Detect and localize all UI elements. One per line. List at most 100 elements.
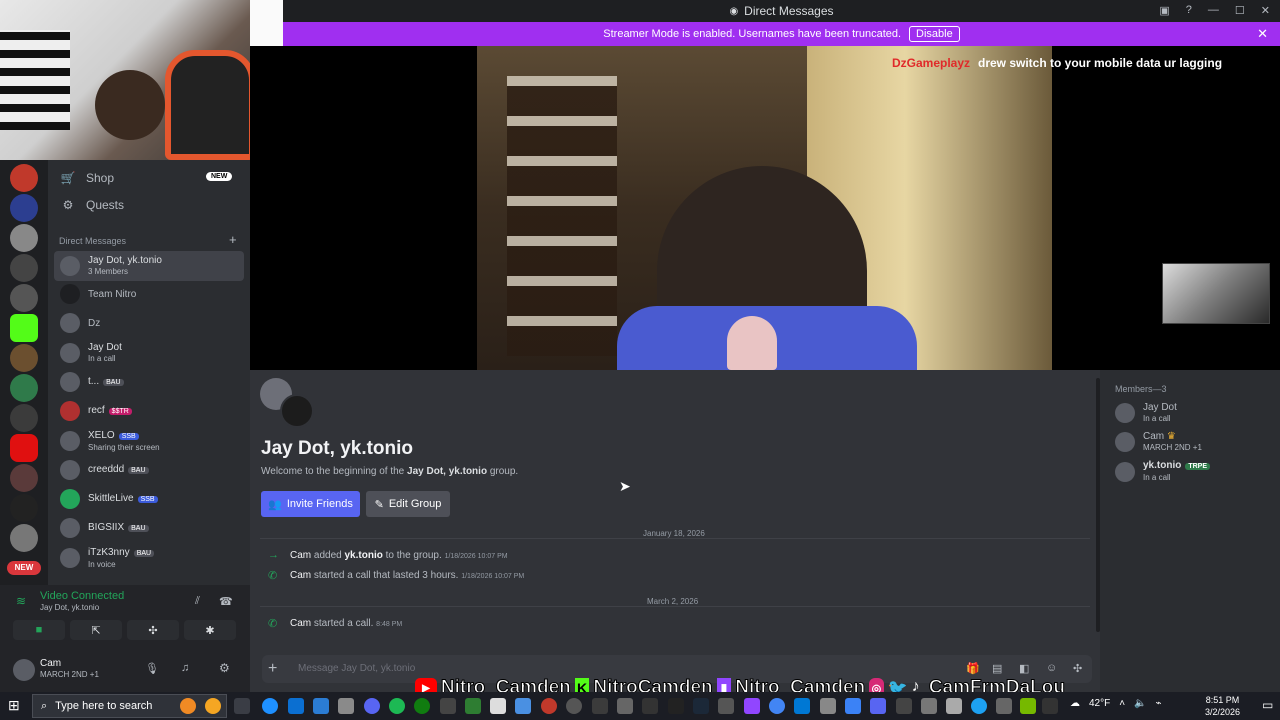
spotify-icon[interactable]: [389, 698, 405, 714]
gift-icon[interactable]: 🎁: [966, 662, 980, 675]
video-feed[interactable]: [477, 46, 1052, 370]
sticker-icon[interactable]: ◧: [1019, 662, 1029, 675]
maximize-button[interactable]: ☐: [1235, 4, 1245, 17]
chrome-icon[interactable]: [769, 698, 785, 714]
taskbar-clock[interactable]: 8:51 PM 3/2/2026: [1205, 694, 1240, 718]
server-icon[interactable]: [10, 314, 38, 342]
temperature[interactable]: 42°F: [1089, 698, 1110, 709]
discord-taskbar-icon[interactable]: [364, 698, 380, 714]
gear-icon[interactable]: ⚙: [219, 661, 230, 675]
dm-item[interactable]: SkittleLive SSB: [54, 484, 244, 514]
taskbar-app-icon[interactable]: [288, 698, 304, 714]
edit-group-button[interactable]: ✎ Edit Group: [366, 491, 450, 517]
taskbar-app-icon[interactable]: [896, 698, 912, 714]
taskbar-app-icon[interactable]: [515, 698, 531, 714]
dm-item[interactable]: XELO SSB Sharing their screen: [54, 426, 244, 456]
nav-quests[interactable]: ⚙ Quests: [60, 195, 124, 215]
screen-share-button[interactable]: ⇱: [70, 620, 122, 640]
task-view-icon[interactable]: [234, 698, 250, 714]
taskbar-app-icon[interactable]: [566, 698, 582, 714]
taskbar-app-icon[interactable]: [465, 698, 481, 714]
taskbar-app-icon[interactable]: [313, 698, 329, 714]
taskbar-app-icon[interactable]: [971, 698, 987, 714]
message-author[interactable]: Cam: [290, 618, 311, 629]
member-item[interactable]: Jay Dot In a call: [1115, 402, 1177, 424]
taskbar-app-icon[interactable]: [541, 698, 557, 714]
taskbar-app-icon[interactable]: [718, 698, 734, 714]
apps-icon[interactable]: ✣: [1073, 662, 1082, 675]
gif-icon[interactable]: ▤: [992, 662, 1002, 675]
server-icon[interactable]: [10, 254, 38, 282]
message-author[interactable]: Cam: [290, 570, 311, 581]
message-author[interactable]: Cam: [290, 550, 311, 561]
taskbar-app-icon[interactable]: [1042, 698, 1058, 714]
avatar[interactable]: [13, 659, 35, 681]
nvidia-icon[interactable]: [1020, 698, 1036, 714]
dm-item[interactable]: Jay Dot, yk.tonio 3 Members: [54, 251, 244, 281]
network-icon[interactable]: ⌁: [1156, 698, 1162, 709]
camera-button[interactable]: ■: [13, 620, 65, 640]
taskbar-app-icon[interactable]: [180, 698, 196, 714]
message-target[interactable]: yk.tonio: [345, 550, 383, 561]
noise-suppression-icon[interactable]: ⫽: [195, 595, 200, 608]
taskbar-app-icon[interactable]: [617, 698, 633, 714]
member-item[interactable]: Cam ♛ MARCH 2ND +1: [1115, 431, 1202, 453]
dm-item[interactable]: recf $$TR: [54, 396, 244, 426]
dm-item[interactable]: Team Nitro: [54, 279, 244, 309]
server-icon[interactable]: [10, 224, 38, 252]
steam-icon[interactable]: [693, 698, 709, 714]
taskbar-app-icon[interactable]: [490, 698, 506, 714]
server-icon[interactable]: [10, 524, 38, 552]
server-icon[interactable]: [10, 434, 38, 462]
taskbar-app-icon[interactable]: [642, 698, 658, 714]
disable-button[interactable]: Disable: [909, 26, 960, 42]
dm-item[interactable]: creeddd BAU: [54, 455, 244, 485]
invite-friends-button[interactable]: 👥 Invite Friends: [261, 491, 360, 517]
server-icon[interactable]: [10, 164, 38, 192]
new-servers-badge[interactable]: NEW: [7, 561, 41, 575]
server-icon[interactable]: [10, 374, 38, 402]
server-icon[interactable]: [10, 344, 38, 372]
taskbar-app-icon[interactable]: [744, 698, 760, 714]
message-placeholder[interactable]: Message Jay Dot, yk.tonio: [298, 663, 415, 674]
microphone-icon[interactable]: 🎙: [145, 662, 159, 675]
add-dm-icon[interactable]: +: [229, 232, 237, 247]
taskbar-search[interactable]: ⌕ Type here to search: [32, 694, 227, 718]
taskbar-app-icon[interactable]: [592, 698, 608, 714]
edge-icon[interactable]: [262, 698, 278, 714]
user-name[interactable]: Cam: [40, 658, 61, 669]
voice-status-title[interactable]: Video Connected: [40, 590, 124, 602]
taskbar-app-icon[interactable]: [338, 698, 354, 714]
taskbar-app-icon[interactable]: [870, 698, 886, 714]
taskbar-app-icon[interactable]: [668, 698, 684, 714]
activities-button[interactable]: ✣: [127, 620, 179, 640]
close-icon[interactable]: ✕: [1257, 26, 1268, 42]
taskbar-app-icon[interactable]: [205, 698, 221, 714]
dm-item[interactable]: BIGSIIX BAU: [54, 513, 244, 543]
server-icon[interactable]: [10, 494, 38, 522]
voice-status-channel[interactable]: Jay Dot, yk.tonio: [40, 603, 99, 612]
taskbar-app-icon[interactable]: [921, 698, 937, 714]
taskbar-app-icon[interactable]: [845, 698, 861, 714]
chevron-up-icon[interactable]: ˄: [1119, 698, 1125, 709]
dm-item[interactable]: Jay Dot In a call: [54, 338, 244, 368]
minimize-button[interactable]: —: [1208, 4, 1219, 17]
close-button[interactable]: ✕: [1261, 4, 1270, 17]
emoji-icon[interactable]: ☺: [1046, 662, 1057, 674]
taskbar-app-icon[interactable]: [820, 698, 836, 714]
dm-item[interactable]: t... BAU: [54, 367, 244, 397]
taskbar-app-icon[interactable]: [946, 698, 962, 714]
xbox-icon[interactable]: [414, 698, 430, 714]
member-item[interactable]: yk.tonio TRPE In a call: [1115, 460, 1211, 483]
taskbar-app-icon[interactable]: [440, 698, 456, 714]
picture-in-picture-video[interactable]: [1162, 263, 1270, 324]
notifications-icon[interactable]: ▭: [1262, 698, 1273, 712]
server-icon[interactable]: [10, 284, 38, 312]
dm-item[interactable]: Dz: [54, 308, 244, 338]
inbox-icon[interactable]: ▣: [1159, 4, 1169, 17]
disconnect-icon[interactable]: ☎: [219, 595, 233, 608]
server-icon[interactable]: [10, 404, 38, 432]
help-icon[interactable]: ?: [1186, 4, 1192, 17]
taskbar-app-icon[interactable]: [996, 698, 1012, 714]
volume-icon[interactable]: 🔈: [1134, 698, 1146, 709]
